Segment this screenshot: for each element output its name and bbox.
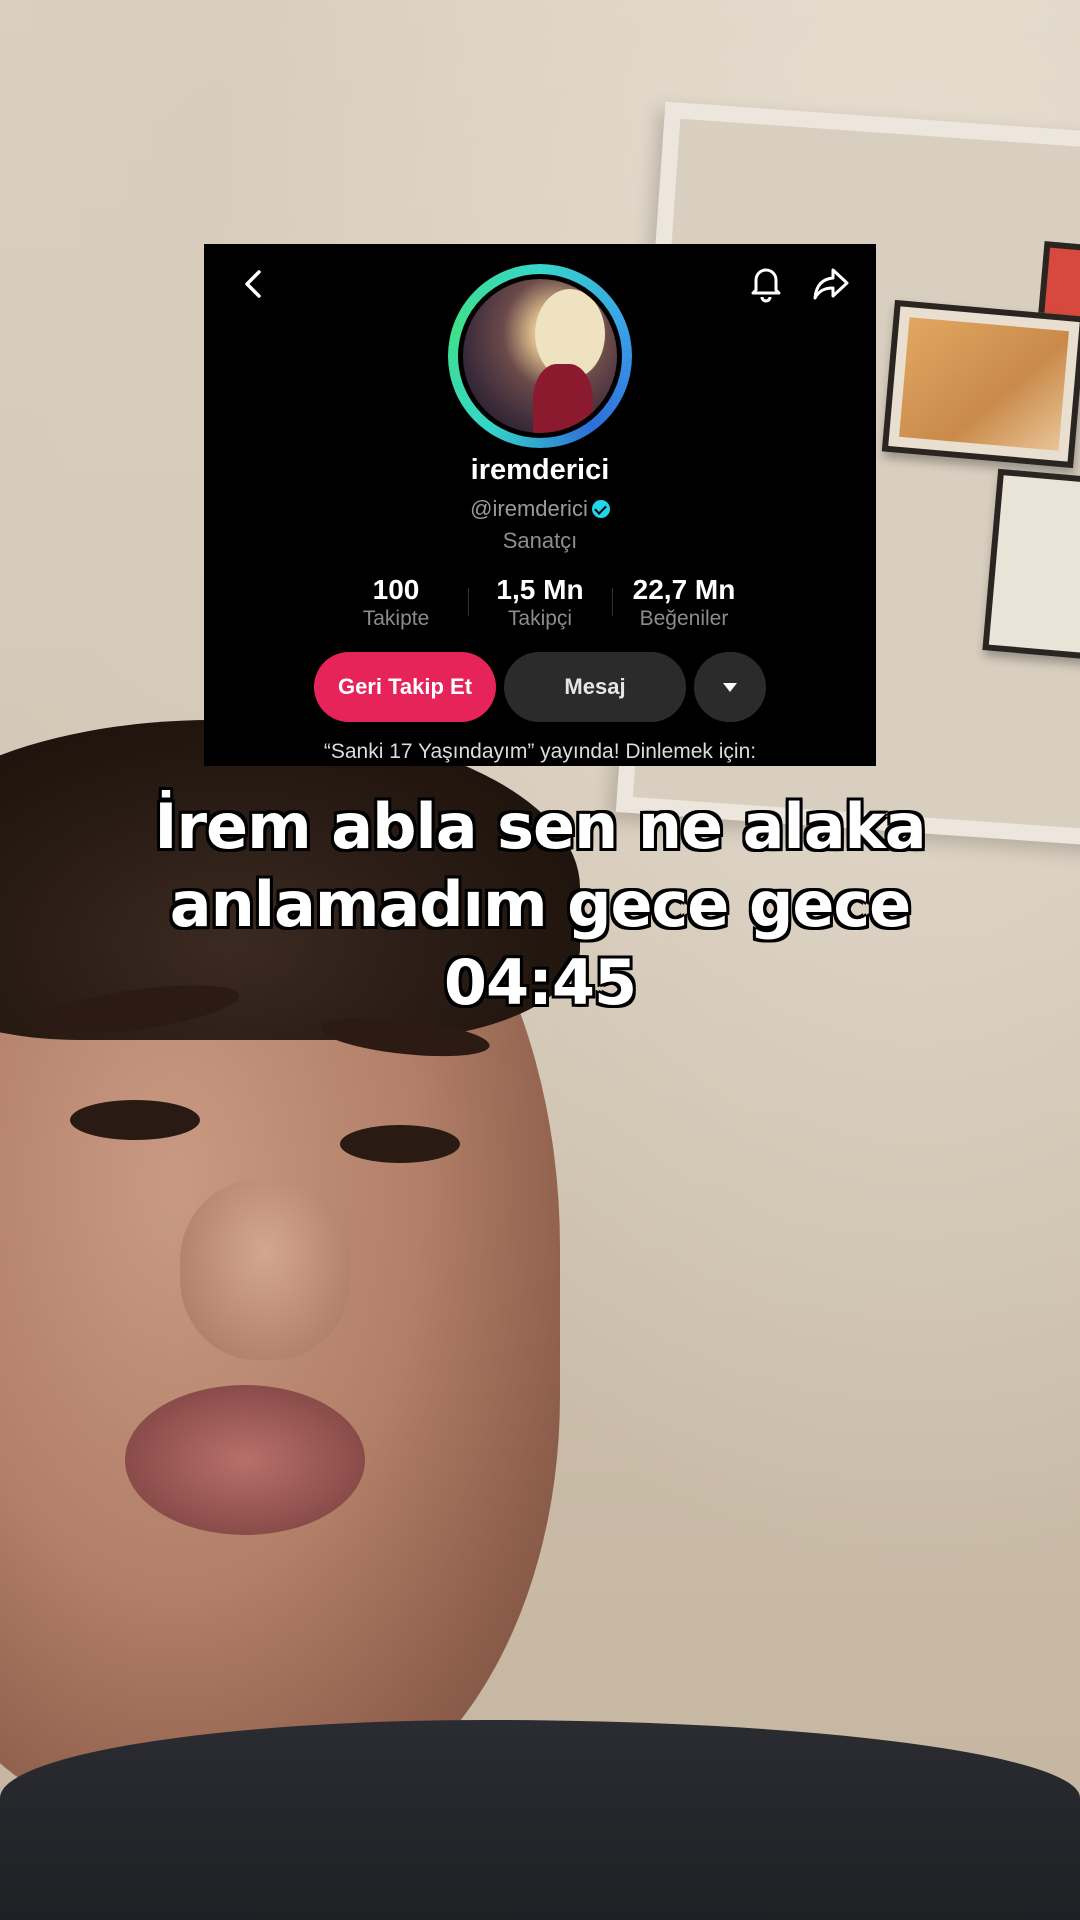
caption-line-3: 04:45 bbox=[443, 946, 637, 1019]
nose bbox=[180, 1180, 350, 1360]
profile-bio: “Sanki 17 Yaşındayım” yayında! Dinlemek … bbox=[323, 740, 757, 763]
mouth bbox=[125, 1385, 365, 1535]
stat-followers[interactable]: 1,5 Mn Takipçi bbox=[468, 574, 612, 634]
stat-likes[interactable]: 22,7 Mn Beğeniler bbox=[612, 574, 756, 634]
profile-handle-row: @iremderici bbox=[204, 496, 876, 522]
stat-value: 1,5 Mn bbox=[496, 574, 584, 605]
profile-screenshot-card: iremderici @iremderici Sanatçı 100 Takip… bbox=[204, 244, 876, 766]
wall-picture-orange bbox=[881, 299, 1080, 469]
verified-badge-icon bbox=[591, 500, 610, 518]
stat-following[interactable]: 100 Takipte bbox=[324, 574, 468, 634]
profile-stats: 100 Takipte 1,5 Mn Takipçi 22,7 Mn Beğen… bbox=[324, 574, 756, 634]
right-eye bbox=[340, 1125, 460, 1163]
more-options-button[interactable] bbox=[694, 652, 766, 722]
wall-picture-light bbox=[982, 468, 1080, 664]
share-icon[interactable] bbox=[809, 262, 853, 306]
follow-back-button[interactable]: Geri Takip Et bbox=[314, 652, 496, 722]
stat-label: Beğeniler bbox=[639, 607, 729, 630]
left-eye bbox=[70, 1100, 200, 1140]
stat-label: Takipte bbox=[362, 607, 430, 630]
profile-handle: @iremderici bbox=[470, 496, 588, 521]
profile-category: Sanatçı bbox=[502, 528, 578, 553]
video-caption: İrem abla sen ne alaka anlamadım gece ge… bbox=[100, 788, 980, 1022]
bell-icon[interactable] bbox=[744, 260, 788, 304]
caption-line-1: İrem abla sen ne alaka bbox=[154, 790, 926, 863]
caption-line-2: anlamadım gece gece bbox=[169, 868, 911, 941]
stat-value: 100 bbox=[372, 574, 420, 605]
caret-down-icon bbox=[723, 682, 737, 692]
profile-username: iremderici bbox=[470, 454, 610, 486]
shirt bbox=[0, 1720, 1080, 1920]
stat-label: Takipçi bbox=[507, 607, 573, 630]
stat-value: 22,7 Mn bbox=[632, 574, 736, 605]
avatar[interactable] bbox=[458, 274, 622, 438]
message-button[interactable]: Mesaj bbox=[504, 652, 686, 722]
back-chevron-icon[interactable] bbox=[234, 264, 274, 304]
